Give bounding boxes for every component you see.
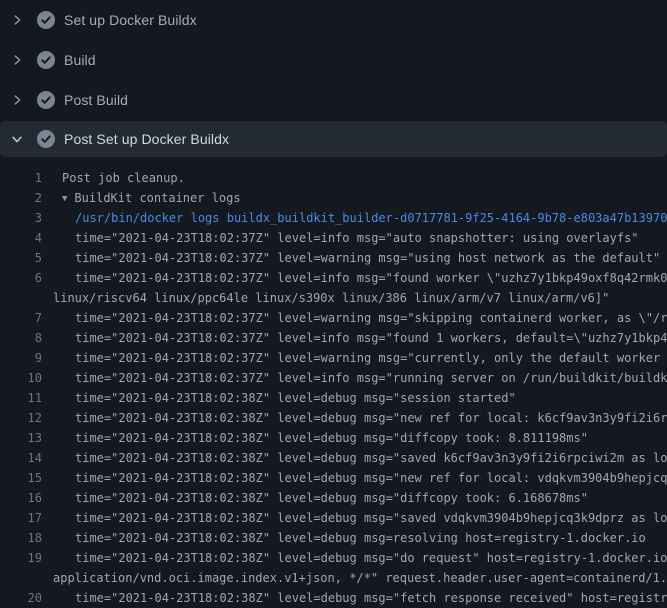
log-line-text: time="2021-04-23T18:02:37Z" level=info m… — [42, 328, 667, 348]
log-line-number[interactable]: 4 — [0, 228, 42, 248]
step-build[interactable]: Build — [0, 40, 667, 80]
log-line-text: time="2021-04-23T18:02:38Z" level=debug … — [42, 488, 588, 508]
step-label: Post Build — [64, 92, 128, 108]
log-line-text: time="2021-04-23T18:02:37Z" level=warnin… — [42, 308, 667, 328]
log-line-text: time="2021-04-23T18:02:37Z" level=info m… — [42, 268, 667, 288]
step-set-up-docker-buildx[interactable]: Set up Docker Buildx — [0, 0, 667, 40]
job-log-panel: Set up Docker Buildx Build Post Build Po… — [0, 0, 667, 608]
log-line-text: time="2021-04-23T18:02:38Z" level=debug … — [42, 548, 667, 568]
log-line-text: time="2021-04-23T18:02:38Z" level=debug … — [42, 428, 588, 448]
log-line-text: time="2021-04-23T18:02:38Z" level=debug … — [42, 448, 667, 468]
caret-down-icon: ▼ — [62, 189, 67, 208]
log-line: 8 time="2021-04-23T18:02:37Z" level=info… — [0, 328, 667, 348]
log-line-continuation: linux/riscv64 linux/ppc64le linux/s390x … — [0, 288, 667, 308]
log-line-number[interactable]: 11 — [0, 388, 42, 408]
log-line-number — [0, 568, 42, 588]
log-group-toggle-row[interactable]: 2 ▼ BuildKit container logs — [0, 188, 667, 208]
check-circle-icon — [37, 91, 55, 109]
log-line: 20 time="2021-04-23T18:02:38Z" level=deb… — [0, 588, 667, 608]
log-line-continuation: application/vnd.oci.image.index.v1+json,… — [0, 568, 667, 588]
step-post-set-up-docker-buildx[interactable]: Post Set up Docker Buildx — [0, 121, 667, 157]
log-line-number[interactable]: 3 — [0, 208, 42, 228]
log-line: 17 time="2021-04-23T18:02:38Z" level=deb… — [0, 508, 667, 528]
log-line-number[interactable]: 16 — [0, 488, 42, 508]
log-line-text: application/vnd.oci.image.index.v1+json,… — [42, 568, 667, 588]
log-line-text: time="2021-04-23T18:02:38Z" level=debug … — [42, 508, 667, 528]
log-line: 12 time="2021-04-23T18:02:38Z" level=deb… — [0, 408, 667, 428]
log-line-number[interactable]: 9 — [0, 348, 42, 368]
step-label: Build — [64, 52, 96, 68]
log-line-number[interactable]: 1 — [0, 168, 42, 188]
log-line-text: time="2021-04-23T18:02:38Z" level=debug … — [42, 408, 667, 428]
log-line: 13 time="2021-04-23T18:02:38Z" level=deb… — [0, 428, 667, 448]
log-line: 9 time="2021-04-23T18:02:37Z" level=warn… — [0, 348, 667, 368]
log-line-text: time="2021-04-23T18:02:38Z" level=debug … — [42, 528, 646, 548]
log-line: 18 time="2021-04-23T18:02:38Z" level=deb… — [0, 528, 667, 548]
log-line-text: time="2021-04-23T18:02:37Z" level=info m… — [42, 228, 639, 248]
log-line-text: linux/riscv64 linux/ppc64le linux/s390x … — [42, 288, 609, 308]
log-line-number[interactable]: 6 — [0, 268, 42, 288]
check-circle-icon — [37, 11, 55, 29]
step-label: Set up Docker Buildx — [64, 12, 197, 28]
chevron-right-icon — [10, 93, 24, 107]
log-command-text: /usr/bin/docker logs buildx_buildkit_bui… — [42, 208, 667, 228]
log-line-number[interactable]: 14 — [0, 448, 42, 468]
log-line-text: time="2021-04-23T18:02:37Z" level=warnin… — [42, 348, 667, 368]
log-line-text: time="2021-04-23T18:02:38Z" level=debug … — [42, 388, 516, 408]
chevron-right-icon — [10, 53, 24, 67]
log-line: 19 time="2021-04-23T18:02:38Z" level=deb… — [0, 548, 667, 568]
log-line-text: time="2021-04-23T18:02:38Z" level=debug … — [42, 588, 667, 608]
log-line-number[interactable]: 10 — [0, 368, 42, 388]
log-line: 3 /usr/bin/docker logs buildx_buildkit_b… — [0, 208, 667, 228]
log-line-text: time="2021-04-23T18:02:38Z" level=debug … — [42, 468, 667, 488]
log-line-number[interactable]: 8 — [0, 328, 42, 348]
log-line-text: time="2021-04-23T18:02:37Z" level=info m… — [42, 368, 667, 388]
log-line-number[interactable]: 12 — [0, 408, 42, 428]
step-post-build[interactable]: Post Build — [0, 80, 667, 120]
log-line-number — [0, 288, 42, 308]
log-line: 5 time="2021-04-23T18:02:37Z" level=warn… — [0, 248, 667, 268]
log-line-number[interactable]: 17 — [0, 508, 42, 528]
log-line-number[interactable]: 2 — [0, 188, 42, 208]
log-line-number[interactable]: 18 — [0, 528, 42, 548]
log-line-number[interactable]: 15 — [0, 468, 42, 488]
check-circle-icon — [37, 51, 55, 69]
log-line-number[interactable]: 13 — [0, 428, 42, 448]
log-line: 7 time="2021-04-23T18:02:37Z" level=warn… — [0, 308, 667, 328]
log-group-title: BuildKit container logs — [74, 191, 240, 205]
log-line: 6 time="2021-04-23T18:02:37Z" level=info… — [0, 268, 667, 288]
log-line-number[interactable]: 7 — [0, 308, 42, 328]
log-line-text: time="2021-04-23T18:02:37Z" level=warnin… — [42, 248, 660, 268]
check-circle-icon — [37, 130, 55, 148]
log-line: 10 time="2021-04-23T18:02:37Z" level=inf… — [0, 368, 667, 388]
step-label: Post Set up Docker Buildx — [64, 131, 229, 147]
log-group-header[interactable]: ▼ BuildKit container logs — [42, 188, 241, 208]
log-line: 11 time="2021-04-23T18:02:38Z" level=deb… — [0, 388, 667, 408]
log-line: 1 Post job cleanup. — [0, 168, 667, 188]
log-line: 14 time="2021-04-23T18:02:38Z" level=deb… — [0, 448, 667, 468]
log-line-text: Post job cleanup. — [42, 168, 185, 188]
log-line: 4 time="2021-04-23T18:02:37Z" level=info… — [0, 228, 667, 248]
log-line: 16 time="2021-04-23T18:02:38Z" level=deb… — [0, 488, 667, 508]
log-output: 1 Post job cleanup. 2 ▼ BuildKit containe… — [0, 157, 667, 608]
log-line-number[interactable]: 19 — [0, 548, 42, 568]
chevron-right-icon — [10, 13, 24, 27]
chevron-down-icon — [10, 132, 24, 146]
log-line: 15 time="2021-04-23T18:02:38Z" level=deb… — [0, 468, 667, 488]
log-line-number[interactable]: 5 — [0, 248, 42, 268]
log-line-number[interactable]: 20 — [0, 588, 42, 608]
